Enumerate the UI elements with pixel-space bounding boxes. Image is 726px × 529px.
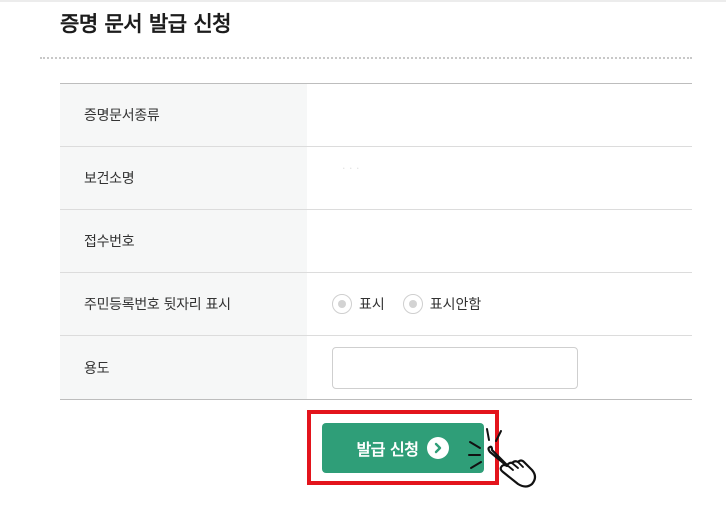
document-type-label: 증명문서종류 [60, 84, 307, 146]
radio-hide[interactable]: 표시안함 [402, 294, 482, 314]
receipt-number-value [307, 210, 692, 272]
form-row-receipt-number: 접수번호 [60, 210, 692, 273]
form-row-health-center: 보건소명 · · · [60, 147, 692, 210]
purpose-value [307, 336, 692, 399]
form-row-id-display: 주민등록번호 뒷자리 표시 표시 표시안함 [60, 273, 692, 336]
radio-hide-button[interactable] [402, 294, 423, 314]
submit-button-label: 발급 신청 [356, 440, 419, 459]
page-title: 증명 문서 발급 신청 [60, 12, 232, 36]
form-row-purpose: 용도 [60, 336, 692, 400]
radio-hide-label: 표시안함 [429, 297, 482, 313]
application-form-table: 증명문서종류 보건소명 · · · 접수번호 주민등록번호 뒷자리 표시 표시 … [60, 83, 692, 400]
top-border [0, 0, 726, 2]
health-center-text: · · · [342, 161, 360, 175]
submit-application-button[interactable]: 발급 신청 [322, 423, 484, 473]
health-center-value: · · · [307, 147, 692, 209]
title-divider [40, 57, 692, 59]
health-center-label: 보건소명 [60, 147, 307, 209]
chevron-right-circle-icon [427, 437, 450, 459]
purpose-label: 용도 [60, 336, 307, 399]
id-display-options: 표시 표시안함 [307, 273, 692, 335]
radio-show[interactable]: 표시 [332, 294, 385, 314]
radio-hide-dot [408, 300, 417, 308]
radio-show-label: 표시 [359, 297, 385, 313]
radio-show-dot [338, 300, 346, 308]
purpose-input[interactable] [332, 346, 578, 389]
id-display-label: 주민등록번호 뒷자리 표시 [60, 273, 307, 335]
form-row-document-type: 증명문서종류 [60, 84, 692, 147]
document-type-value [307, 84, 692, 146]
radio-show-button[interactable] [332, 294, 352, 314]
receipt-number-label: 접수번호 [60, 210, 307, 272]
hand-pointer-icon [468, 428, 537, 488]
